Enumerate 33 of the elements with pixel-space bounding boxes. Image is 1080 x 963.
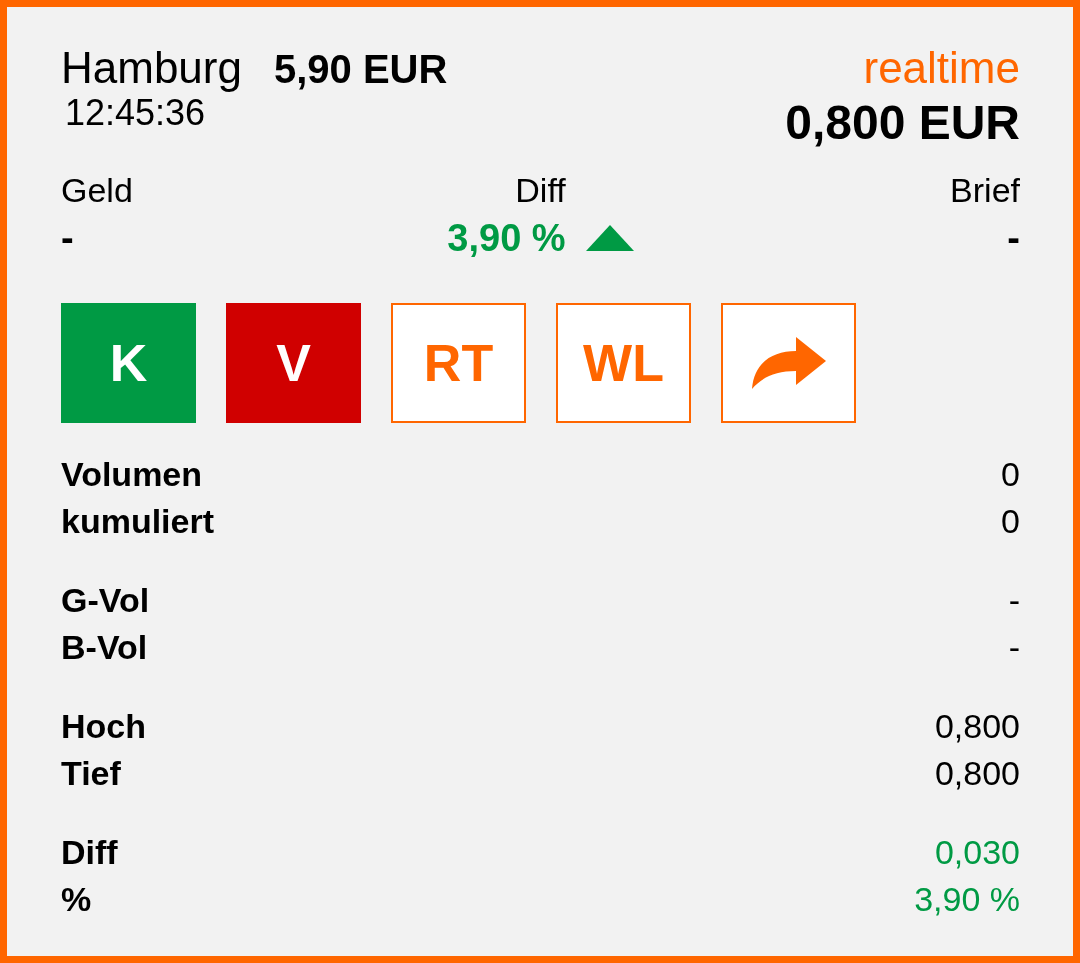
stat-value: 3,90 %: [914, 880, 1020, 919]
action-button[interactable]: WL: [556, 303, 691, 423]
stat-label: kumuliert: [61, 502, 215, 541]
stat-value: -: [1008, 628, 1020, 667]
buy-button[interactable]: K: [61, 303, 196, 423]
quote-value: 3,90 %: [447, 216, 566, 260]
quote-label: Diff: [515, 170, 566, 211]
quote-value: -: [61, 216, 74, 260]
action-button[interactable]: RT: [391, 303, 526, 423]
stat-value: 0,030: [934, 833, 1020, 872]
price-text: 5,90 EUR: [273, 47, 448, 92]
share-button[interactable]: [721, 303, 856, 423]
stat-value: 0: [1001, 455, 1020, 494]
stat-label: Hoch: [61, 707, 146, 746]
time-text: 12:45:36: [65, 93, 207, 133]
quote-label: Brief: [950, 170, 1020, 211]
stat-value: 0: [1001, 502, 1020, 541]
stat-label: G-Vol: [61, 581, 150, 620]
exchange-name: Hamburg: [61, 43, 242, 93]
stat-value: 0,800: [934, 707, 1020, 746]
sell-button[interactable]: V: [226, 303, 361, 423]
share-arrow-icon: [751, 337, 826, 389]
stat-value: 0,800: [934, 754, 1020, 793]
stat-label: %: [61, 880, 92, 919]
stat-label: Diff: [61, 833, 118, 872]
stat-value: -: [1008, 581, 1020, 620]
quote-value: -: [1007, 216, 1020, 260]
stat-label: Tief: [61, 754, 121, 793]
stat-label: Volumen: [61, 455, 203, 494]
quote-label: Geld: [61, 170, 133, 211]
realtime-label: realtime: [862, 43, 1020, 93]
last-price: 0,800 EUR: [785, 95, 1020, 151]
stat-label: B-Vol: [61, 628, 148, 667]
